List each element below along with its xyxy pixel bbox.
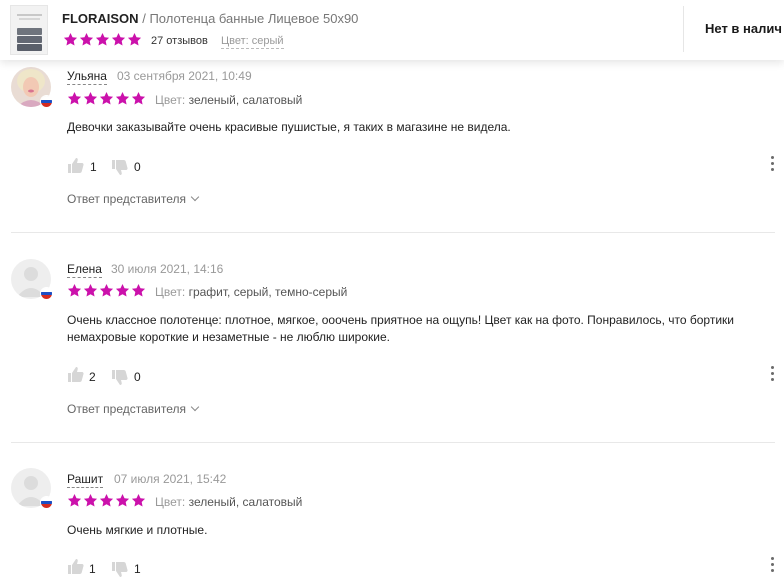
color-value: зеленый, салатовый <box>188 93 303 107</box>
review-rating-stars <box>67 91 146 106</box>
product-rating-stars <box>63 32 142 47</box>
star-icon <box>63 32 78 46</box>
review-color: Цвет: графит, серый, темно-серый <box>155 285 347 299</box>
reviews-count[interactable]: 27 отзывов <box>151 35 208 47</box>
review-text: Девочки заказывайте очень красивые пушис… <box>67 120 511 134</box>
user-avatar <box>11 259 53 300</box>
product-thumbnail[interactable] <box>10 5 48 55</box>
star-icon <box>111 32 126 46</box>
more-options-icon[interactable] <box>770 557 776 575</box>
like-icon[interactable] <box>67 366 84 383</box>
product-color-selector[interactable]: Цвет: серый <box>221 35 284 49</box>
star-icon <box>115 493 130 507</box>
color-value: зеленый, салатовый <box>188 495 303 509</box>
color-label: Цвет: <box>155 285 186 299</box>
availability-status: Нет в налич <box>705 21 782 36</box>
dislike-count: 1 <box>134 562 141 576</box>
review-author[interactable]: Ульяна <box>67 69 107 85</box>
star-icon <box>67 91 82 105</box>
country-flag-icon <box>40 287 53 300</box>
dislike-icon[interactable] <box>111 159 128 176</box>
brand-name[interactable]: FLORAISON <box>62 11 139 26</box>
star-icon <box>99 283 114 297</box>
review-color: Цвет: зеленый, салатовый <box>155 495 302 509</box>
chevron-down-icon <box>190 402 200 412</box>
star-icon <box>115 91 130 105</box>
like-count: 1 <box>89 562 96 576</box>
star-icon <box>83 493 98 507</box>
product-title[interactable]: FLORAISON / Полотенца банные Лицевое 50х… <box>62 11 358 26</box>
title-separator: / <box>142 11 146 26</box>
reply-label: Ответ представителя <box>67 402 187 416</box>
star-icon <box>67 493 82 507</box>
star-icon <box>131 493 146 507</box>
review-text: Очень мягкие и плотные. <box>67 523 208 537</box>
country-flag-icon <box>40 95 53 108</box>
header-divider <box>683 6 684 52</box>
like-icon[interactable] <box>67 558 84 575</box>
review-rating-stars <box>67 283 146 298</box>
review-author[interactable]: Елена <box>67 262 102 278</box>
star-icon <box>83 283 98 297</box>
user-avatar <box>11 67 53 108</box>
review-date: 30 июля 2021, 14:16 <box>111 262 224 276</box>
color-value: графит, серый, темно-серый <box>188 285 348 299</box>
dislike-icon[interactable] <box>111 561 128 578</box>
star-icon <box>67 283 82 297</box>
star-icon <box>95 32 110 46</box>
user-avatar <box>11 468 53 509</box>
star-icon <box>79 32 94 46</box>
review-text: Очень классное полотенце: плотное, мягко… <box>67 313 734 344</box>
review-date: 07 июля 2021, 15:42 <box>114 472 227 486</box>
star-icon <box>131 283 146 297</box>
like-count: 2 <box>89 370 96 384</box>
review-rating-stars <box>67 493 146 508</box>
dislike-icon[interactable] <box>111 369 128 386</box>
more-options-icon[interactable] <box>770 366 776 384</box>
review-date: 03 сентября 2021, 10:49 <box>117 69 252 83</box>
more-options-icon[interactable] <box>770 156 776 174</box>
chevron-down-icon <box>190 192 200 202</box>
star-icon <box>99 493 114 507</box>
country-flag-icon <box>40 496 53 509</box>
review-divider <box>11 442 775 443</box>
reply-label: Ответ представителя <box>67 192 187 206</box>
product-header: FLORAISON / Полотенца банные Лицевое 50х… <box>0 0 784 60</box>
star-icon <box>127 32 142 46</box>
color-label: Цвет: <box>155 495 186 509</box>
dislike-count: 0 <box>134 160 141 174</box>
star-icon <box>99 91 114 105</box>
representative-reply-toggle[interactable]: Ответ представителя <box>67 402 200 416</box>
star-icon <box>83 91 98 105</box>
review-divider <box>11 232 775 233</box>
star-icon <box>115 283 130 297</box>
product-name: Полотенца банные Лицевое 50х90 <box>149 11 359 26</box>
review-author[interactable]: Рашит <box>67 472 104 488</box>
like-icon[interactable] <box>67 157 84 174</box>
representative-reply-toggle[interactable]: Ответ представителя <box>67 192 200 206</box>
dislike-count: 0 <box>134 370 141 384</box>
like-count: 1 <box>90 160 97 174</box>
review-color: Цвет: зеленый, салатовый <box>155 93 302 107</box>
star-icon <box>131 91 146 105</box>
color-label: Цвет: <box>155 93 186 107</box>
